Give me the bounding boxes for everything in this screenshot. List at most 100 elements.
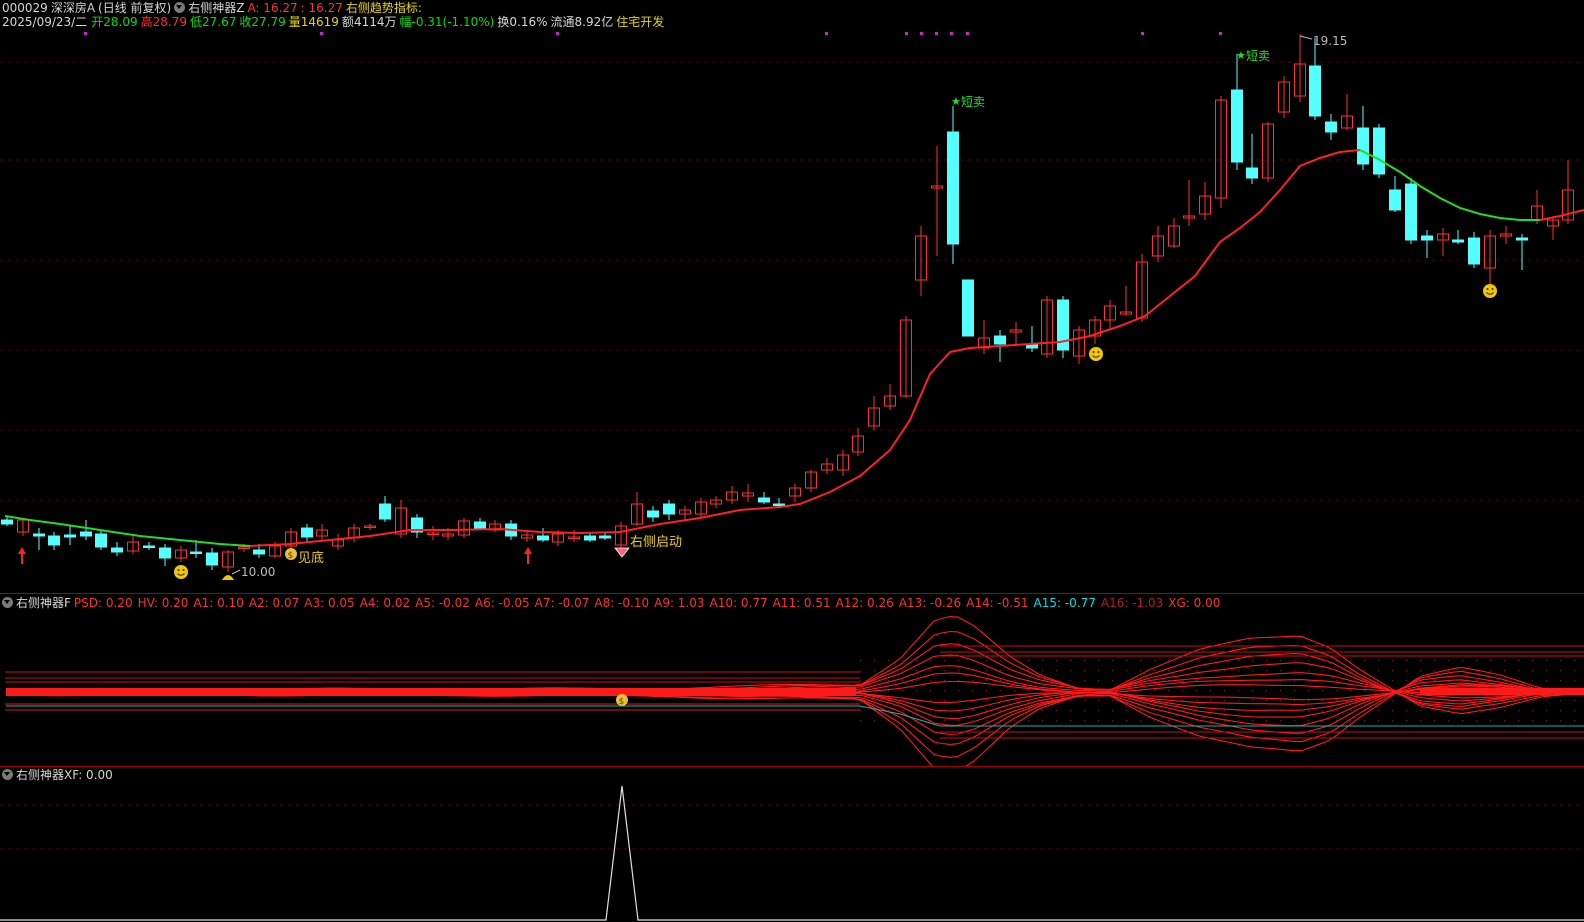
indicator-menu-icon[interactable] [174, 2, 186, 13]
kline-chart[interactable]: 10.0019.15★ 短卖★ 短卖$ 见底右侧启动 [0, 30, 1584, 600]
dot-texture [930, 680, 931, 681]
dot-texture [1280, 660, 1281, 661]
dot-texture [1308, 670, 1309, 671]
dot-texture [1490, 660, 1491, 661]
candle-body [663, 503, 675, 515]
dot-texture [1266, 700, 1267, 701]
price-high-label: 19.15 [1313, 34, 1347, 48]
dot-texture [1392, 720, 1393, 721]
signal-dot [920, 32, 923, 35]
dot-texture [1070, 680, 1071, 681]
dot-texture [1252, 660, 1253, 661]
dot-texture [1308, 720, 1309, 721]
short-sell-label: 短卖 [1246, 49, 1270, 63]
dot-texture [1574, 700, 1575, 701]
dot-texture [1518, 670, 1519, 671]
indicator-a-value-2: : 16.27 [300, 1, 343, 15]
dot-texture [1028, 670, 1029, 671]
dot-texture [1364, 720, 1365, 721]
dot-texture [1350, 710, 1351, 711]
dot-texture [1112, 700, 1113, 701]
dot-texture [916, 690, 917, 691]
dot-texture [1070, 670, 1071, 671]
dot-texture [1168, 720, 1169, 721]
dot-texture [1308, 710, 1309, 711]
dot-texture [1294, 720, 1295, 721]
candle-body [474, 521, 486, 529]
dot-texture [1210, 720, 1211, 721]
candle-body [1389, 189, 1401, 211]
dot-texture [860, 710, 861, 711]
dot-texture [1574, 670, 1575, 671]
dot-texture [1322, 690, 1323, 691]
low-label: 低 [189, 15, 202, 29]
dot-texture [1084, 680, 1085, 681]
dot-texture [1504, 720, 1505, 721]
indicator-name[interactable]: 右侧神器Z [188, 1, 244, 15]
dot-texture [1434, 680, 1435, 681]
dot-texture [860, 680, 861, 681]
dot-texture [1420, 660, 1421, 661]
candle-body [1452, 239, 1464, 243]
signal-dot [825, 32, 828, 35]
indicator-f-chart[interactable]: $ [0, 594, 1584, 766]
dot-texture [1350, 690, 1351, 691]
price-high-pointer [1299, 35, 1313, 40]
dot-texture [1070, 720, 1071, 721]
candle-body [253, 549, 265, 555]
candle-body [64, 534, 76, 538]
dot-texture [888, 710, 889, 711]
dot-texture [986, 670, 987, 671]
dot-texture [1112, 720, 1113, 721]
dot-texture [1098, 660, 1099, 661]
dot-texture [902, 680, 903, 681]
dot-texture [1560, 660, 1561, 661]
dot-texture [1168, 710, 1169, 711]
dot-texture [1084, 660, 1085, 661]
signal-dot [966, 32, 969, 35]
open-label: 开 [91, 15, 104, 29]
dot-texture [1392, 710, 1393, 711]
dot-texture [1126, 710, 1127, 711]
dot-texture [958, 660, 959, 661]
dot-texture [1238, 660, 1239, 661]
low-value: 27.67 [201, 15, 237, 29]
star-icon: ★ [1236, 49, 1246, 62]
dot-texture [1000, 710, 1001, 711]
dot-texture [1252, 690, 1253, 691]
dot-texture [1476, 680, 1477, 681]
dot-texture [1126, 660, 1127, 661]
dot-texture [1546, 720, 1547, 721]
dot-texture [1350, 670, 1351, 671]
dot-texture [1168, 660, 1169, 661]
amount-value: 4114万 [353, 15, 397, 29]
dot-texture [1532, 680, 1533, 681]
dot-texture [1084, 710, 1085, 711]
stock-name: 深深房A [50, 1, 96, 15]
dot-texture [1504, 660, 1505, 661]
dot-texture [1014, 720, 1015, 721]
signal-dot [320, 32, 323, 35]
dot-texture [958, 670, 959, 671]
dot-texture [1490, 720, 1491, 721]
smiley-icon [1483, 284, 1497, 298]
a15-line [6, 705, 941, 727]
smiley-icon [174, 565, 188, 579]
header-row-2: 2025/09/23/二 开28.09 高28.79 低27.67 收27.79 量146… [2, 15, 667, 29]
dot-texture [958, 720, 959, 721]
indicator-xf-chart[interactable] [0, 767, 1584, 922]
short-sell-label: 短卖 [961, 95, 985, 109]
money-bag-icon: $ [619, 697, 625, 707]
candle-body [962, 279, 974, 337]
dot-texture [1266, 660, 1267, 661]
dot-texture [1098, 720, 1099, 721]
dot-texture [1224, 700, 1225, 701]
dot-texture [986, 710, 987, 711]
dot-texture [986, 720, 987, 721]
candle-body [143, 545, 155, 548]
dot-texture [1420, 670, 1421, 671]
dot-texture [1126, 680, 1127, 681]
candle-body [301, 527, 313, 538]
dot-texture [1196, 660, 1197, 661]
dot-texture [1042, 670, 1043, 671]
